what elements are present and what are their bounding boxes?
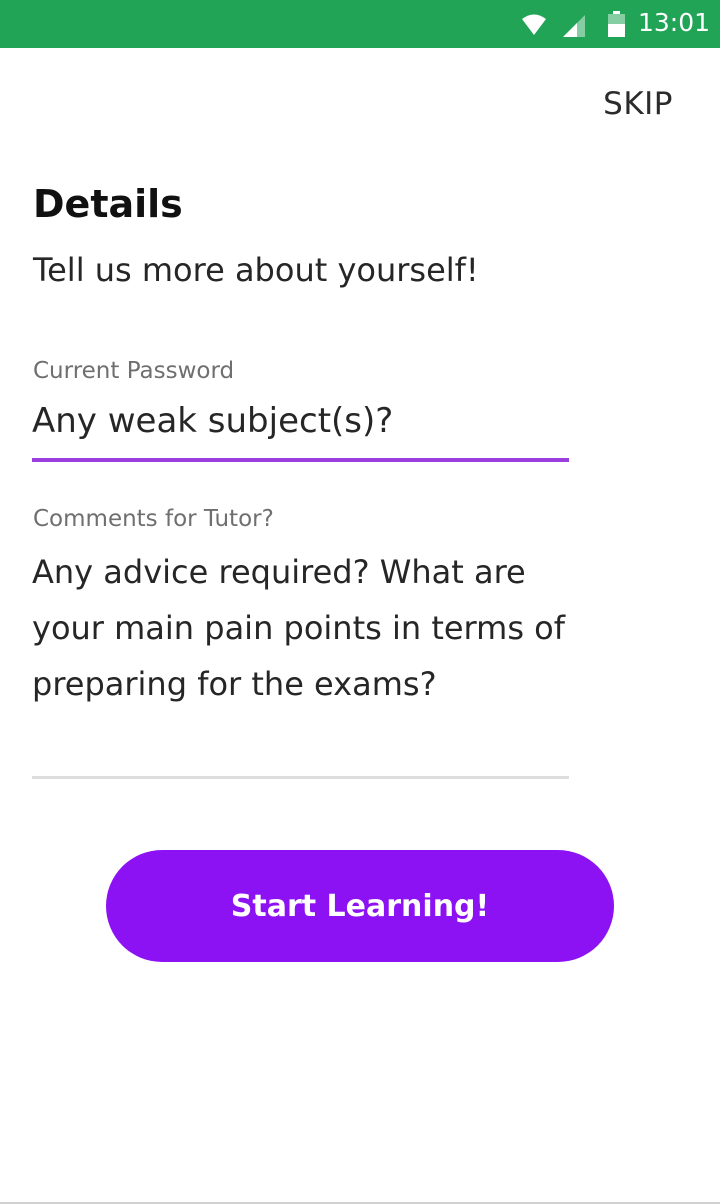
weak-subjects-label: Current Password [33, 358, 235, 384]
signal-icon [563, 15, 585, 37]
skip-button[interactable]: SKIP [603, 86, 673, 122]
status-bar: 13:01 [0, 0, 720, 48]
weak-subjects-input[interactable] [32, 398, 568, 444]
battery-icon [608, 11, 625, 37]
tutor-comments-input[interactable] [32, 544, 568, 768]
weak-subjects-underline [32, 458, 569, 462]
tutor-comments-underline [32, 776, 569, 779]
tutor-comments-label: Comments for Tutor? [33, 506, 274, 532]
wifi-icon [522, 14, 546, 35]
page-title: Details [33, 182, 183, 226]
status-time: 13:01 [638, 8, 711, 37]
details-screen: 13:01 SKIP Details Tell us more about yo… [0, 0, 720, 1204]
start-learning-button[interactable]: Start Learning! [106, 850, 614, 962]
page-subtitle: Tell us more about yourself! [33, 251, 479, 289]
